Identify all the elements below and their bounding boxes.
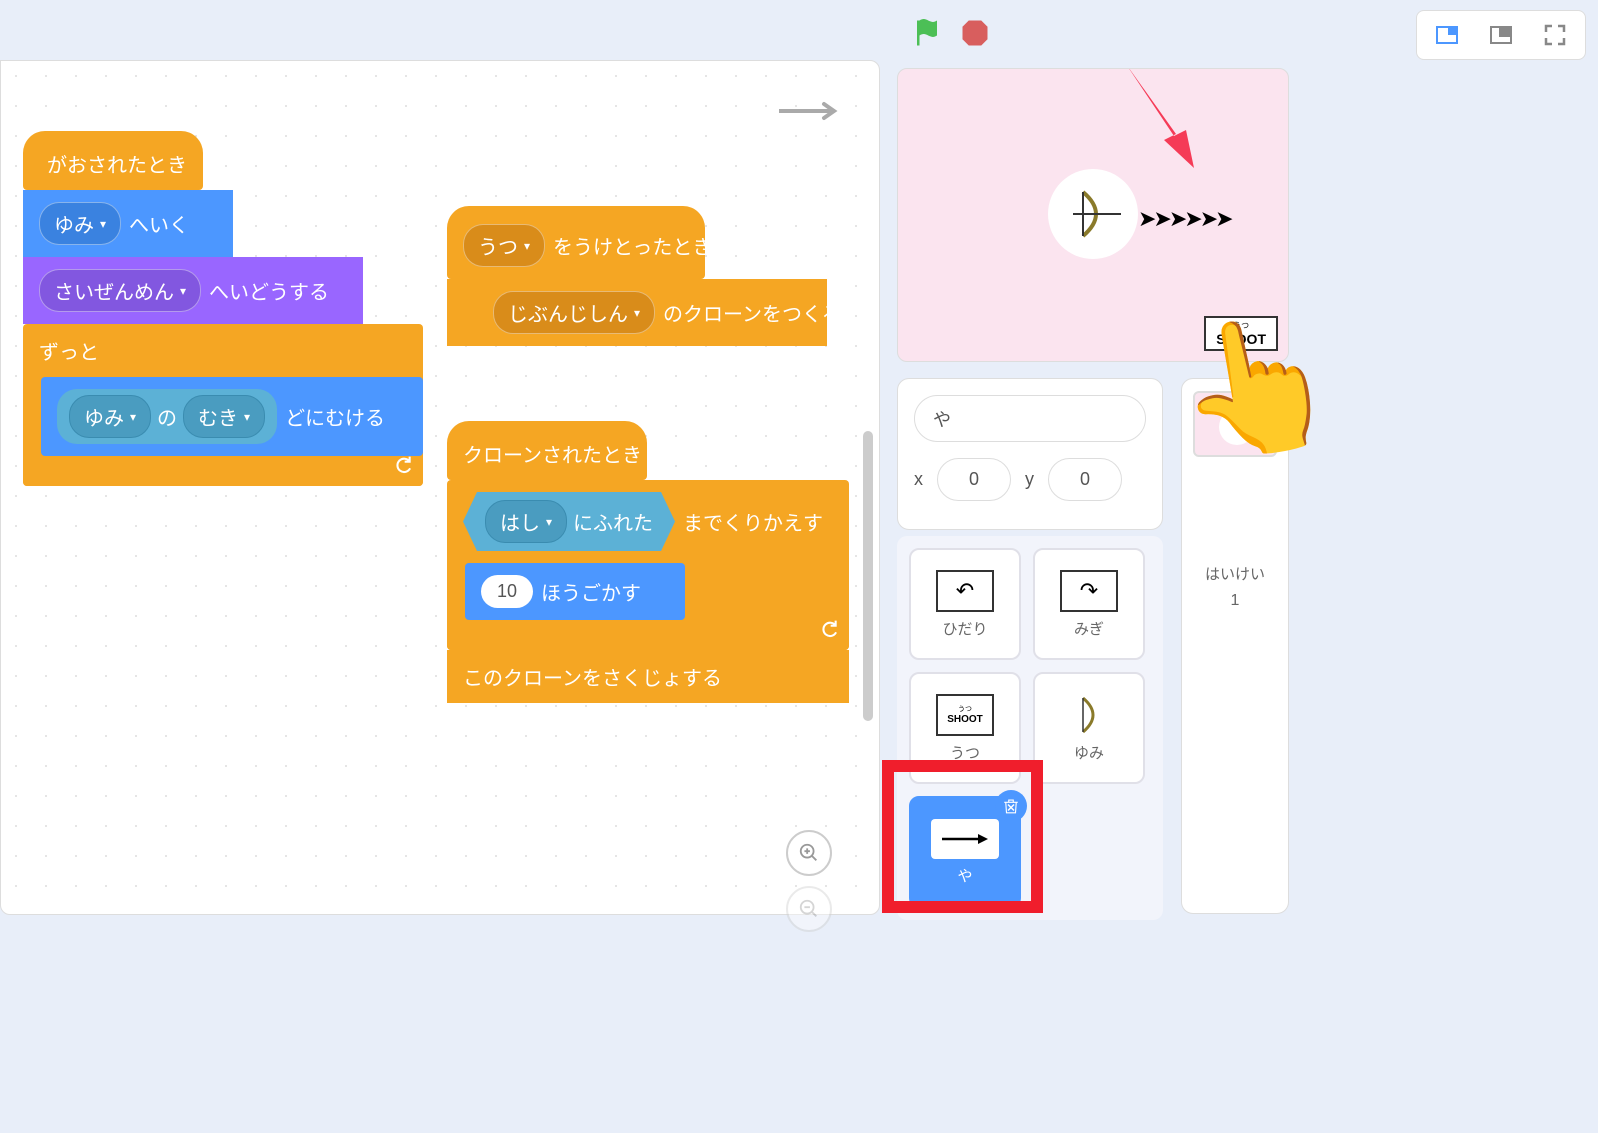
delete-clone-block[interactable]: このクローンをさくじょする: [447, 650, 849, 703]
arrow-icon: [931, 819, 999, 859]
zoom-in-button[interactable]: [786, 830, 832, 876]
repeat-until-block[interactable]: はし▾ にふれた までくりかえす 10 ほうごかす: [447, 480, 849, 650]
sprite-tile-utsu[interactable]: うつ SHOOT うつ: [909, 672, 1021, 784]
create-clone-block[interactable]: じぶんじしん▾ のクローンをつくる: [447, 279, 827, 346]
sprite-tile-hidari[interactable]: ↶ ひだり: [909, 548, 1021, 660]
sensing-target-dropdown[interactable]: ゆみ▾: [69, 395, 151, 438]
hat-label: がおされたとき: [47, 149, 187, 178]
small-stage-button[interactable]: [1421, 15, 1473, 55]
workspace-scrollbar[interactable]: [863, 431, 873, 721]
workspace-arrow-hint-icon: [779, 101, 839, 126]
annotation-arrow-icon: [1116, 68, 1206, 174]
loop-arrow-icon: [819, 619, 839, 644]
when-flag-clicked-block[interactable]: がおされたとき: [23, 131, 203, 190]
y-input[interactable]: [1048, 458, 1122, 501]
when-receive-block[interactable]: うつ▾ をうけとったとき: [447, 206, 705, 279]
clone-target-dropdown[interactable]: じぶんじしん▾: [493, 291, 655, 334]
loop-arrow-icon: [393, 455, 413, 480]
go-to-layer-block[interactable]: さいぜんめん▾ へいどうする: [23, 257, 363, 324]
stop-button[interactable]: [960, 18, 990, 53]
when-cloned-block[interactable]: クローンされたとき: [447, 421, 647, 480]
x-input[interactable]: [937, 458, 1011, 501]
shoot-thumb-icon: うつ SHOOT: [936, 694, 994, 736]
view-mode-controls: [1416, 10, 1586, 60]
zoom-out-button[interactable]: [786, 886, 832, 932]
sprite-info-panel: x y: [897, 378, 1163, 530]
sprite-tile-ya[interactable]: や: [909, 796, 1021, 908]
message-dropdown[interactable]: うつ▾: [463, 224, 545, 267]
goto-block[interactable]: ゆみ▾ へいく: [23, 190, 233, 257]
touch-target-dropdown[interactable]: はし▾: [485, 500, 567, 543]
forever-block[interactable]: ずっと ゆみ▾ の むき▾ どにむける: [23, 324, 423, 486]
delete-sprite-button[interactable]: [995, 790, 1027, 822]
steps-input[interactable]: 10: [481, 575, 533, 608]
goto-target-dropdown[interactable]: ゆみ▾: [39, 202, 121, 245]
sprite-list: ↶ ひだり ↷ みぎ うつ SHOOT うつ ゆみ や: [897, 536, 1163, 920]
large-stage-button[interactable]: [1475, 15, 1527, 55]
touching-reporter[interactable]: はし▾ にふれた: [463, 492, 675, 551]
green-flag-button[interactable]: [912, 18, 942, 53]
sensing-of-reporter[interactable]: ゆみ▾ の むき▾: [57, 389, 277, 444]
annotation-hand-icon: 👆: [1163, 297, 1349, 476]
layer-dropdown[interactable]: さいぜんめん▾: [39, 269, 201, 312]
fullscreen-button[interactable]: [1529, 15, 1581, 55]
point-in-direction-block[interactable]: ゆみ▾ の むき▾ どにむける: [41, 377, 423, 456]
turn-left-icon: ↶: [936, 570, 994, 612]
bow-icon: [1060, 694, 1118, 736]
backdrop-count: 1: [1231, 592, 1240, 610]
y-label: y: [1025, 469, 1034, 490]
sensing-prop-dropdown[interactable]: むき▾: [183, 395, 265, 438]
stage-bow-sprite: [1048, 169, 1138, 259]
sprite-name-input[interactable]: [914, 395, 1146, 442]
x-label: x: [914, 469, 923, 490]
sprite-tile-yumi[interactable]: ゆみ: [1033, 672, 1145, 784]
turn-right-icon: ↷: [1060, 570, 1118, 612]
trash-icon: [1002, 797, 1020, 815]
script-workspace[interactable]: がおされたとき ゆみ▾ へいく さいぜんめん▾ へいどうする ずっと ゆみ▾: [0, 60, 880, 915]
backdrop-label: はいけい: [1205, 563, 1265, 584]
sprite-tile-migi[interactable]: ↷ みぎ: [1033, 548, 1145, 660]
stage-arrow-trail: ➤➤➤➤➤➤: [1138, 206, 1231, 232]
move-steps-block[interactable]: 10 ほうごかす: [465, 563, 685, 620]
